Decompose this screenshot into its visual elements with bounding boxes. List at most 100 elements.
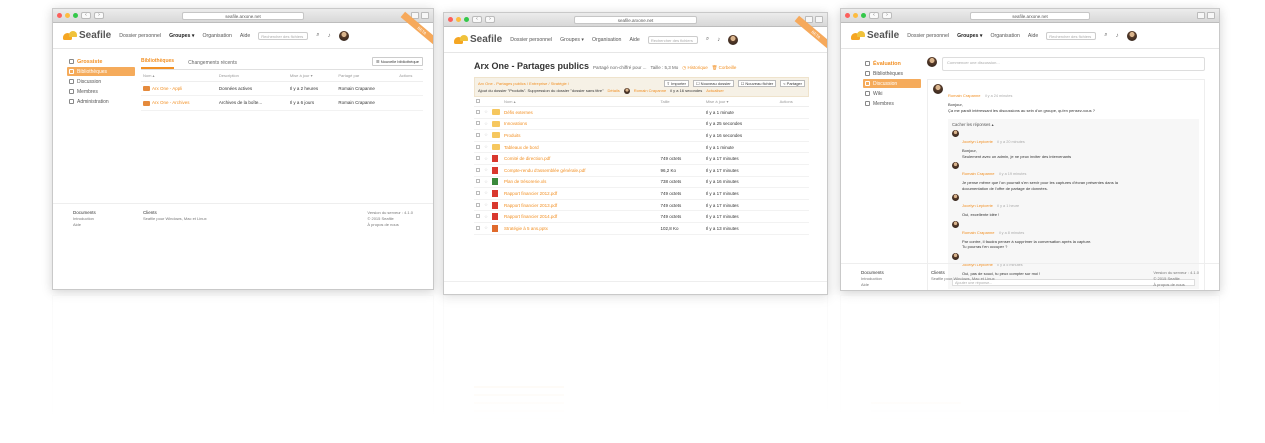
star-icon[interactable]: ☆ — [484, 190, 488, 195]
close-window-button[interactable] — [845, 13, 850, 18]
bell-icon[interactable]: ♪ — [1116, 33, 1119, 39]
file-name-link[interactable]: Rapport financier 2013.pdf — [502, 199, 659, 212]
file-name-link[interactable]: Innovations — [502, 118, 659, 131]
table-row[interactable]: ☆ Tableaux de bord Il y a 1 minute — [474, 141, 809, 154]
avatar[interactable] — [338, 30, 349, 41]
nav-organisation[interactable]: Organisation — [990, 33, 1019, 39]
file-actions[interactable] — [777, 141, 809, 154]
message-author[interactable]: Romain Crapanne — [948, 93, 980, 98]
library-actions[interactable] — [397, 95, 423, 111]
new-discussion-input[interactable]: Commencer une discussion... — [942, 57, 1205, 71]
file-actions[interactable] — [777, 176, 809, 189]
breadcrumb[interactable]: Arx One - Partages publics / Entreprise … — [478, 80, 569, 87]
table-row[interactable]: ☆ Rapport financier 2013.pdf 749 octets Il … — [474, 199, 809, 212]
sidebar-item-wiki[interactable]: Wiki — [863, 89, 921, 98]
table-row[interactable]: ☆ Comité de direction.pdf 749 octets Il y a… — [474, 152, 809, 165]
tabs-icon[interactable] — [815, 16, 823, 23]
bell-icon[interactable]: ♪ — [717, 37, 720, 43]
back-button[interactable]: ‹ — [81, 12, 91, 19]
star-icon[interactable]: ☆ — [484, 109, 488, 114]
column-header-modified[interactable]: Mise à jour ▾ — [703, 97, 778, 107]
star-icon[interactable]: ☆ — [484, 202, 488, 207]
url-bar[interactable]: seafile.arxone.net — [182, 12, 304, 20]
library-actions[interactable] — [397, 81, 423, 97]
file-actions[interactable] — [777, 106, 809, 119]
table-row[interactable]: ☆ Compte-rendu d'assemblée générale.pdf 96… — [474, 164, 809, 177]
nav-groups[interactable]: Groupes ▾ — [957, 33, 982, 39]
file-name-link[interactable]: Rapport financier 2014.pdf — [502, 210, 659, 223]
library-name-link[interactable]: Arx One - Appli — [152, 86, 182, 91]
nav-help[interactable]: Aide — [629, 37, 639, 43]
reply-author[interactable]: Romain Crapanne — [962, 171, 994, 176]
footer-clients-link[interactable]: Seafile pour Windows, Mac et Linux — [143, 216, 207, 222]
maximize-window-button[interactable] — [73, 13, 78, 18]
tabs-icon[interactable] — [421, 12, 429, 19]
file-name-link[interactable]: Défis externes — [502, 106, 659, 119]
star-icon[interactable]: ☆ — [484, 156, 488, 161]
table-row[interactable]: ☆ Innovations Il y a 25 secondes — [474, 118, 809, 131]
close-window-button[interactable] — [57, 13, 62, 18]
search-input[interactable]: Rechercher des fichiers — [258, 31, 309, 40]
nav-groups[interactable]: Groupes ▾ — [169, 33, 194, 39]
file-name-link[interactable]: Rapport financier 2012.pdf — [502, 187, 659, 200]
column-header-name[interactable]: Nom ▴ — [502, 97, 659, 107]
row-checkbox[interactable] — [476, 167, 480, 172]
url-bar[interactable]: seafile.arxone.net — [969, 12, 1091, 20]
table-row[interactable]: ☆ Rapport financier 2012.pdf 749 octets Il … — [474, 187, 809, 200]
back-button[interactable]: ‹ — [472, 16, 482, 23]
footer-help-link[interactable]: Aide — [73, 222, 113, 228]
file-name-link[interactable]: Comité de direction.pdf — [502, 152, 659, 165]
file-actions[interactable] — [777, 129, 809, 142]
sidebar-item-admin[interactable]: Administration — [67, 97, 135, 106]
avatar[interactable] — [728, 34, 739, 45]
column-header-size[interactable]: Taille — [658, 97, 704, 107]
history-link[interactable]: ◷ Historique — [682, 65, 707, 71]
share-button[interactable]: < Partager — [780, 80, 805, 87]
footer-about-link[interactable]: À propos de nous — [367, 222, 413, 228]
row-checkbox[interactable] — [476, 225, 480, 230]
sidebar-item-members[interactable]: Membres — [67, 87, 135, 96]
star-icon[interactable]: ☆ — [484, 214, 488, 219]
file-actions[interactable] — [777, 199, 809, 212]
row-checkbox[interactable] — [476, 156, 480, 161]
sidebar-item-discussion[interactable]: Discussion — [67, 77, 135, 86]
sidebar-item-discussion[interactable]: Discussion — [863, 79, 921, 88]
star-icon[interactable]: ☆ — [484, 144, 488, 149]
minimize-window-button[interactable] — [456, 17, 461, 22]
star-icon[interactable]: ☆ — [484, 179, 488, 184]
sidebar-item-group[interactable]: Grossiste — [67, 57, 135, 66]
table-row[interactable]: ☆ Produits Il y a 16 secondes — [474, 129, 809, 142]
reply-author[interactable]: Jocelyn Lepicerie — [962, 139, 993, 144]
table-row[interactable]: ☆ Plan de trésorerie.xls 738 octets Il y a … — [474, 176, 809, 189]
seafile-logo[interactable]: Seafile — [63, 30, 111, 41]
footer-clients-link[interactable]: Seafile pour Windows, Mac et Linux — [931, 276, 995, 282]
row-checkbox[interactable] — [476, 144, 480, 149]
nav-personal[interactable]: Dossier personnel — [907, 33, 949, 39]
sidebar-item-libraries[interactable]: Bibliothèques — [67, 67, 135, 76]
file-actions[interactable] — [777, 210, 809, 223]
footer-help-link[interactable]: Aide — [861, 282, 901, 288]
details-link[interactable]: Détails — [608, 87, 620, 94]
tab-recent-changes[interactable]: Changements récents — [188, 60, 237, 69]
forward-button[interactable]: › — [94, 12, 104, 19]
library-name-link[interactable]: Arx One - Archives — [152, 100, 190, 105]
search-input[interactable]: Rechercher des fichiers — [1046, 31, 1097, 40]
upload-button[interactable]: ⇪ Importer — [663, 80, 689, 87]
file-actions[interactable] — [777, 152, 809, 165]
nav-organisation[interactable]: Organisation — [592, 37, 621, 43]
table-row[interactable]: ☆ Défis externes Il y a 1 minute — [474, 106, 809, 119]
minimize-window-button[interactable] — [853, 13, 858, 18]
new-file-button[interactable]: ☐ Nouveau fichier — [737, 80, 777, 87]
file-name-link[interactable]: Tableaux de bord — [502, 141, 659, 154]
table-row[interactable]: ☆ Stratégie à 5 ans.pptx 102,8 Ko Il y a 13… — [474, 222, 809, 235]
table-row[interactable]: Arx One - Archives Archives de la boîte.… — [141, 95, 423, 111]
nav-organisation[interactable]: Organisation — [202, 33, 231, 39]
back-button[interactable]: ‹ — [869, 12, 879, 19]
reply-author[interactable]: Jocelyn Lepicerie — [962, 203, 993, 208]
minimize-window-button[interactable] — [65, 13, 70, 18]
nav-personal[interactable]: Dossier personnel — [510, 37, 552, 43]
forward-button[interactable]: › — [485, 16, 495, 23]
new-folder-button[interactable]: ☐ Nouveau dossier — [692, 80, 734, 87]
search-icon[interactable]: ⌕ — [706, 36, 709, 43]
file-actions[interactable] — [777, 118, 809, 131]
